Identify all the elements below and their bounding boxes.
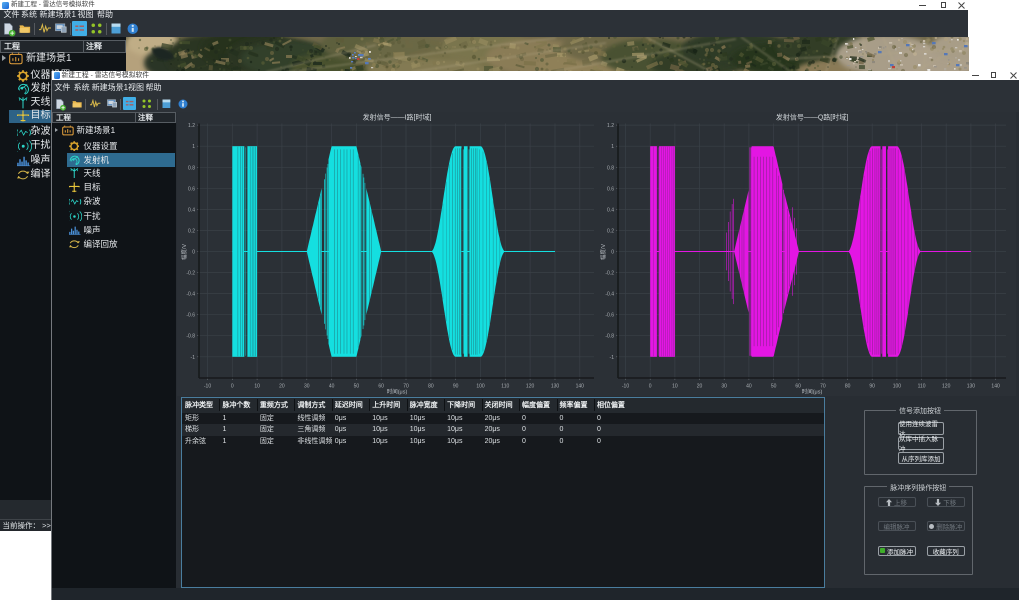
svg-text:60: 60 — [795, 384, 801, 390]
svg-text:90: 90 — [453, 384, 459, 390]
svg-text:130: 130 — [551, 384, 560, 390]
svg-text:0.4: 0.4 — [188, 207, 195, 213]
svg-text:30: 30 — [721, 384, 727, 390]
svg-text:-1: -1 — [610, 355, 615, 361]
svg-text:110: 110 — [918, 384, 926, 390]
svg-text:0.8: 0.8 — [188, 165, 195, 171]
svg-text:-0.2: -0.2 — [186, 271, 195, 277]
svg-text:-10: -10 — [622, 384, 629, 390]
svg-text:发射信号——I路[时域]: 发射信号——I路[时域] — [363, 113, 432, 122]
svg-text:80: 80 — [428, 384, 434, 390]
svg-text:-0.8: -0.8 — [605, 334, 614, 340]
svg-text:50: 50 — [354, 384, 360, 390]
svg-text:80: 80 — [845, 384, 851, 390]
svg-text:-1: -1 — [191, 355, 196, 361]
svg-text:时间(μs): 时间(μs) — [387, 388, 408, 396]
svg-text:-0.8: -0.8 — [186, 334, 195, 340]
svg-text:130: 130 — [967, 384, 976, 390]
svg-text:幅度/V: 幅度/V — [599, 244, 607, 261]
svg-text:-0.2: -0.2 — [605, 271, 614, 277]
svg-text:50: 50 — [771, 384, 777, 390]
svg-text:100: 100 — [476, 384, 485, 390]
svg-text:90: 90 — [869, 384, 875, 390]
svg-text:100: 100 — [893, 384, 902, 390]
svg-text:120: 120 — [526, 384, 535, 390]
svg-text:60: 60 — [378, 384, 384, 390]
svg-text:-0.6: -0.6 — [605, 313, 614, 319]
svg-text:120: 120 — [942, 384, 951, 390]
svg-text:-0.4: -0.4 — [605, 292, 614, 298]
svg-text:-0.4: -0.4 — [186, 292, 195, 298]
svg-text:0.8: 0.8 — [607, 165, 614, 171]
svg-text:1: 1 — [611, 144, 614, 150]
svg-text:0: 0 — [611, 250, 614, 256]
svg-text:140: 140 — [576, 384, 585, 390]
svg-text:-0.6: -0.6 — [186, 313, 195, 319]
svg-text:0.6: 0.6 — [607, 186, 614, 192]
svg-text:-10: -10 — [204, 384, 211, 390]
svg-text:40: 40 — [746, 384, 752, 390]
svg-text:幅度/V: 幅度/V — [180, 244, 188, 261]
svg-text:0: 0 — [192, 250, 195, 256]
svg-text:0: 0 — [231, 384, 234, 390]
svg-text:发射信号——Q路[时域]: 发射信号——Q路[时域] — [776, 113, 848, 122]
svg-text:30: 30 — [304, 384, 310, 390]
svg-text:1.2: 1.2 — [607, 123, 614, 129]
svg-text:1: 1 — [192, 144, 195, 150]
svg-text:0: 0 — [649, 384, 652, 390]
svg-text:1.2: 1.2 — [188, 123, 195, 129]
svg-text:20: 20 — [279, 384, 285, 390]
svg-text:40: 40 — [329, 384, 335, 390]
svg-text:0.4: 0.4 — [607, 207, 614, 213]
svg-text:10: 10 — [672, 384, 678, 390]
svg-text:时间(μs): 时间(μs) — [802, 388, 823, 396]
svg-text:0.2: 0.2 — [607, 228, 614, 234]
svg-text:10: 10 — [254, 384, 260, 390]
svg-text:110: 110 — [501, 384, 509, 390]
svg-text:140: 140 — [991, 384, 1000, 390]
svg-text:0.2: 0.2 — [188, 228, 195, 234]
svg-text:0.6: 0.6 — [188, 186, 195, 192]
svg-text:20: 20 — [697, 384, 703, 390]
